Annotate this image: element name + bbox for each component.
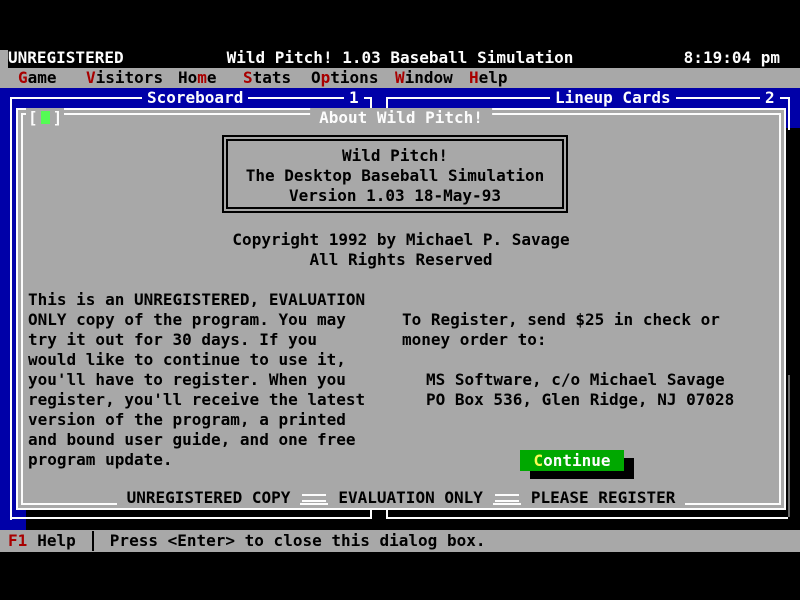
lineup-window-border-bottom — [388, 517, 788, 519]
footer-separator-line — [302, 494, 326, 502]
lineup-window-title[interactable]: Lineup Cards — [550, 88, 676, 108]
dialog-title: About Wild Pitch! — [310, 108, 492, 128]
menu-hotkey: S — [243, 68, 253, 87]
footer-register-text: PLEASE REGISTER — [521, 488, 686, 508]
continue-button-label: ontinue — [543, 451, 610, 470]
screen-edge-artifact — [0, 50, 8, 68]
help-hotkey-label[interactable]: Help — [37, 530, 76, 552]
menu-label: indow — [405, 68, 453, 87]
menu-item-help[interactable]: Help — [469, 68, 508, 88]
menu-hotkey: V — [86, 68, 96, 87]
about-line-version: Version 1.03 18-May-93 — [224, 186, 566, 206]
dialog-close-button[interactable]: [] — [26, 108, 64, 128]
menu-hotkey: p — [321, 68, 331, 87]
menu-label: tions — [330, 68, 378, 87]
status-message: Press <Enter> to close this dialog box. — [110, 530, 486, 552]
clock-text: 8:19:04 pm — [684, 48, 780, 68]
status-divider — [92, 531, 94, 551]
menu-label: tats — [253, 68, 292, 87]
menu-item-visitors[interactable]: Visitors — [86, 68, 163, 88]
menu-label: e — [207, 68, 217, 87]
menu-label: Ho — [178, 68, 197, 87]
copyright-block: Copyright 1992 by Michael P. Savage All … — [18, 230, 784, 270]
menu-item-window[interactable]: Window — [395, 68, 453, 88]
rights-line: All Rights Reserved — [18, 250, 784, 270]
status-bar: F1 Help Press <Enter> to close this dial… — [0, 530, 800, 552]
about-line-subtitle: The Desktop Baseball Simulation — [224, 166, 566, 186]
close-glyph-icon — [41, 111, 50, 124]
menu-label: elp — [479, 68, 508, 87]
scoreboard-window-border-left — [10, 97, 12, 520]
menu-hotkey: W — [395, 68, 405, 87]
footer-evaluation-text: EVALUATION ONLY — [328, 488, 493, 508]
menu-hotkey: m — [197, 68, 207, 87]
scoreboard-window-number[interactable]: 1 — [344, 88, 364, 108]
dialog-shadow-bottom — [26, 510, 800, 530]
menu-label: ame — [28, 68, 57, 87]
scoreboard-window-title[interactable]: Scoreboard — [142, 88, 248, 108]
menu-item-options[interactable]: Options — [311, 68, 378, 88]
menu-hotkey: G — [18, 68, 28, 87]
copyright-line: Copyright 1992 by Michael P. Savage — [18, 230, 784, 250]
lineup-window-border-right-top — [788, 97, 790, 130]
scoreboard-window-border-bottom — [12, 517, 372, 519]
registration-status-text: UNREGISTERED — [8, 48, 124, 68]
register-address-text: MS Software, c/o Michael Savage PO Box 5… — [426, 370, 734, 410]
continue-button-hotkey: C — [533, 451, 543, 470]
register-instructions-text: To Register, send $25 in check or money … — [402, 310, 720, 350]
dialog-footer-banner: UNREGISTERED COPY EVALUATION ONLY PLEASE… — [18, 488, 784, 508]
menu-item-stats[interactable]: Stats — [243, 68, 291, 88]
help-hotkey[interactable]: F1 — [8, 530, 27, 552]
menu-hotkey: H — [469, 68, 479, 87]
evaluation-notice-text: This is an UNREGISTERED, EVALUATION ONLY… — [28, 290, 365, 470]
menu-label: O — [311, 68, 321, 87]
about-line-title: Wild Pitch! — [224, 146, 566, 166]
menu-item-home[interactable]: Home — [178, 68, 217, 88]
continue-button[interactable]: Continue — [520, 450, 624, 471]
footer-separator-line — [495, 494, 519, 502]
menu-label: isitors — [96, 68, 163, 87]
footer-unregistered-text: UNREGISTERED COPY — [117, 488, 301, 508]
lineup-window-number[interactable]: 2 — [760, 88, 780, 108]
about-dialog: [] About Wild Pitch! Wild Pitch! The Des… — [16, 108, 786, 510]
lineup-window-border-right-shadowed — [788, 375, 790, 517]
menu-item-game[interactable]: Game — [18, 68, 57, 88]
about-info-box: Wild Pitch! The Desktop Baseball Simulat… — [222, 135, 568, 213]
app-title-bar: UNREGISTERED Wild Pitch! 1.03 Baseball S… — [0, 48, 800, 68]
dos-screen: UNREGISTERED Wild Pitch! 1.03 Baseball S… — [0, 0, 800, 600]
app-title: Wild Pitch! 1.03 Baseball Simulation — [227, 48, 574, 68]
menu-bar: Game Visitors Home Stats Options Window … — [0, 68, 800, 88]
